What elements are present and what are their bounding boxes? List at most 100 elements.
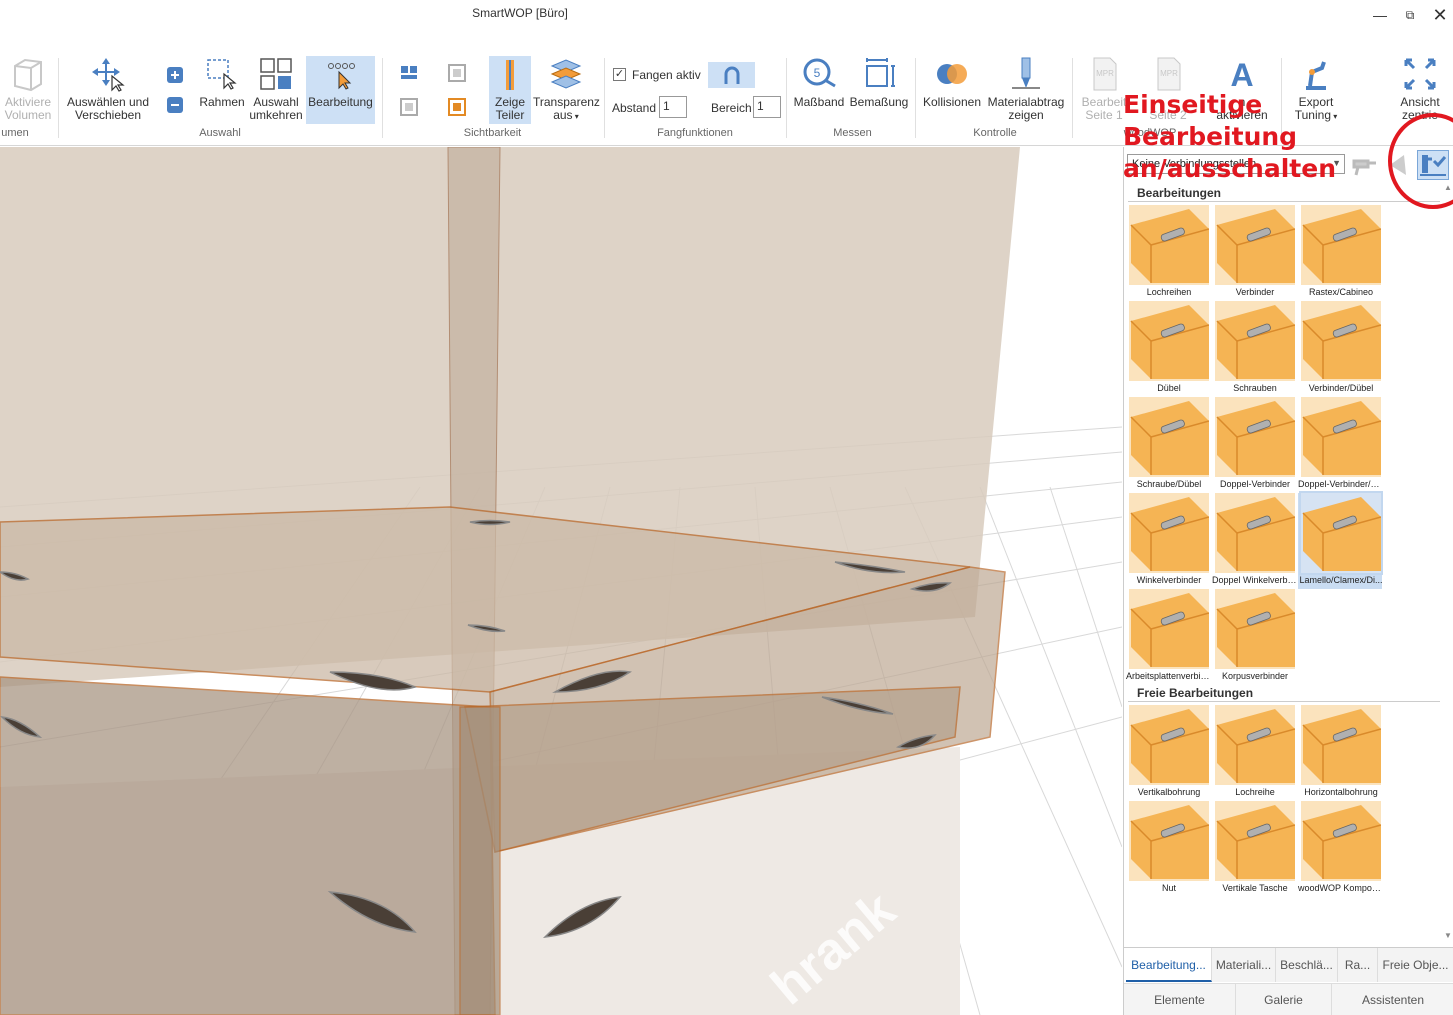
machining-tile[interactable]: Arbeitsplattenverbin... [1126, 589, 1212, 685]
rahmen-button[interactable]: Rahmen [196, 56, 248, 109]
sichtbarkeit-group-label: Sichtbarkeit [463, 127, 522, 139]
machining-thumbnail-icon [1215, 493, 1295, 573]
machining-tile[interactable]: Doppel Winkelverbin... [1212, 493, 1298, 589]
machining-thumbnail-icon [1215, 205, 1295, 285]
separator [1128, 201, 1440, 202]
machining-tile-label: Doppel Winkelverbin... [1212, 575, 1298, 585]
panel-scrollbar[interactable]: ▲ ▼ [1444, 183, 1453, 943]
machining-thumbnail-icon [1299, 491, 1383, 575]
machining-thumbnail-icon [1129, 205, 1209, 285]
machining-tile[interactable]: Vertikale Tasche [1212, 801, 1296, 897]
magnet-snap-button[interactable] [708, 62, 755, 88]
machining-tile[interactable]: Korpusverbinder [1212, 589, 1296, 685]
frame-select-icon [207, 59, 237, 90]
machining-thumbnail-icon [1301, 801, 1381, 881]
view-side-icon[interactable] [446, 62, 468, 84]
machining-tile-label: Rastex/Cabineo [1308, 287, 1374, 297]
auswaehlen-verschieben-button[interactable]: Auswählen und Verschieben [63, 56, 153, 122]
plus-icon[interactable] [164, 64, 186, 86]
machining-thumbnail-icon [1215, 301, 1295, 381]
volumen-group-label: umen [1, 127, 29, 139]
annotation-line3: an/ausschalten [1123, 154, 1336, 183]
machining-tile[interactable]: Doppel-Verbinder [1212, 397, 1296, 493]
tab-beschlaege[interactable]: Beschlä... [1276, 948, 1338, 982]
bemassung-button[interactable]: Bemaßung [848, 56, 910, 109]
separator [1072, 58, 1073, 138]
machining-tile-label: Arbeitsplattenverbin... [1126, 671, 1212, 681]
tab-raum[interactable]: Ra... [1338, 948, 1378, 982]
machining-tile[interactable]: Lochreihe [1212, 705, 1296, 801]
tab-bearbeitung[interactable]: Bearbeitung... [1126, 948, 1212, 982]
tab-galerie[interactable]: Galerie [1236, 984, 1332, 1015]
machining-tile[interactable]: Rastex/Cabineo [1298, 205, 1382, 301]
machining-tile[interactable]: Dübel [1126, 301, 1210, 397]
view-orange-icon[interactable] [446, 96, 468, 118]
machining-tile[interactable]: Vertikalbohrung [1126, 705, 1210, 801]
machining-tile[interactable]: woodWOP Kompon... [1298, 801, 1384, 897]
machining-thumbnail-icon [1129, 801, 1209, 881]
machining-tile-label: Horizontalbohrung [1304, 787, 1378, 797]
tab-assistenten[interactable]: Assistenten [1332, 984, 1453, 1015]
bereich-label: Bereich [711, 101, 752, 115]
kollisionen-button[interactable]: Kollisionen [920, 56, 984, 109]
machining-tile-label: Lochreihe [1235, 787, 1275, 797]
minus-icon[interactable] [164, 94, 186, 116]
bereich-input[interactable]: 1 [753, 96, 781, 118]
separator [382, 58, 383, 138]
transparenz-button[interactable]: Transparenz aus ▾ [533, 56, 600, 123]
machining-tile[interactable]: Verbinder [1212, 205, 1296, 301]
separator [58, 58, 59, 138]
materialabtrag-label: Materialabtrag [987, 95, 1065, 109]
zeigen-label: zeigen [1008, 108, 1044, 122]
transparenz-aus-label: aus [553, 108, 573, 122]
machining-tile-label: Korpusverbinder [1221, 671, 1289, 681]
view-top-icon[interactable] [398, 62, 420, 84]
machining-tile[interactable]: Lochreihen [1126, 205, 1210, 301]
transparenz-label: Transparenz [533, 95, 600, 109]
auswahl-label: Auswahl [253, 95, 299, 109]
bemassung-label: Bemaßung [849, 95, 909, 109]
restore-icon[interactable]: ⧉ [1395, 4, 1425, 26]
umkehren-label: umkehren [249, 108, 303, 122]
machining-tile[interactable]: Horizontalbohrung [1298, 705, 1382, 801]
volumen-label: Volumen [4, 108, 52, 122]
massband-button[interactable]: 5 Maßband [792, 56, 846, 109]
scroll-down-icon[interactable]: ▼ [1444, 931, 1452, 940]
separator [1128, 701, 1440, 702]
machining-thumbnail-icon [1301, 397, 1381, 477]
machining-thumbnail-icon [1301, 205, 1381, 285]
bearbeitung-button[interactable]: Bearbeitung [306, 56, 375, 124]
minimize-icon[interactable]: — [1365, 4, 1395, 26]
machining-tile[interactable]: Lamello/Clamex/Di... [1298, 491, 1383, 589]
ansicht-zentrieren-button[interactable]: Ansicht zentrie [1390, 56, 1450, 122]
machining-thumbnail-icon [1301, 705, 1381, 785]
teiler-label: Teiler [495, 108, 525, 122]
tab-materialien[interactable]: Materiali... [1212, 948, 1276, 982]
freie-bearbeitungen-title: Freie Bearbeitungen [1137, 686, 1254, 700]
machining-select-icon [327, 63, 355, 90]
tab-freie-objekte[interactable]: Freie Obje... [1378, 948, 1453, 982]
fangen-aktiv-checkbox[interactable]: ✓ [613, 68, 626, 81]
3d-viewport[interactable]: hrank [0, 147, 1122, 1015]
auswahl-umkehren-button[interactable]: Auswahl umkehren [248, 56, 304, 122]
aktiviere-volumen-button[interactable]: Aktiviere Volumen [0, 56, 56, 122]
machining-tile[interactable]: Verbinder/Dübel [1298, 301, 1382, 397]
machining-tile[interactable]: Schrauben [1212, 301, 1296, 397]
center-view-icon [1404, 58, 1436, 90]
massband-label: Maßband [793, 95, 845, 109]
close-icon[interactable]: ✕ [1425, 4, 1453, 26]
tab-elemente[interactable]: Elemente [1124, 984, 1236, 1015]
fangen-aktiv-label: Fangen aktiv [632, 68, 701, 82]
machining-tile[interactable]: Doppel-Verbinder/D... [1298, 397, 1384, 493]
zeige-teiler-button[interactable]: Zeige Teiler [489, 56, 531, 124]
abstand-input[interactable]: 1 [659, 96, 687, 118]
machining-tile[interactable]: Schraube/Dübel [1126, 397, 1210, 493]
machining-tile[interactable]: Nut [1126, 801, 1210, 897]
materialabtrag-button[interactable]: Materialabtrag zeigen [984, 56, 1068, 122]
machining-tile-label: Schraube/Dübel [1136, 479, 1202, 489]
machining-tile-label: Doppel-Verbinder/D... [1298, 479, 1384, 489]
measuring-tape-icon: 5 [803, 58, 836, 88]
view-front-icon[interactable] [398, 96, 420, 118]
separator [786, 58, 787, 138]
machining-tile[interactable]: Winkelverbinder [1126, 493, 1210, 589]
